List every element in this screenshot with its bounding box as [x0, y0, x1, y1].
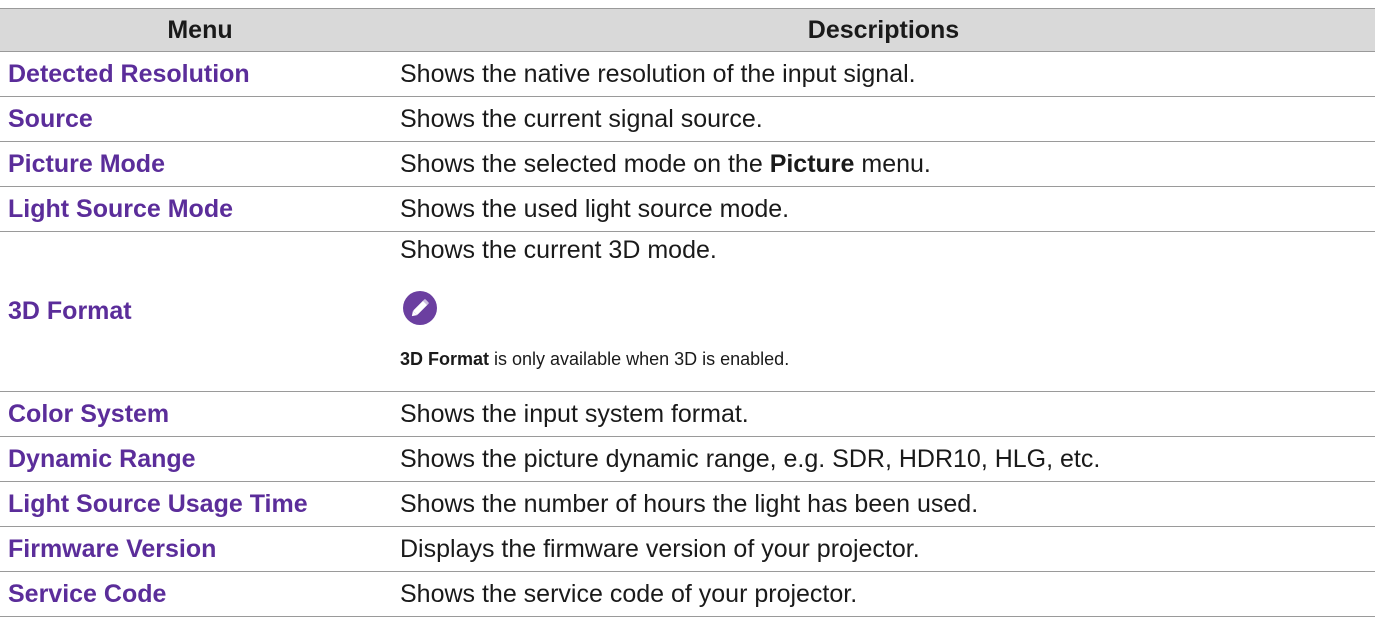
- desc-detected-resolution: Shows the native resolution of the input…: [400, 59, 916, 88]
- desc-light-source-usage-time: Shows the number of hours the light has …: [400, 489, 979, 518]
- desc-picture-mode-after: menu.: [854, 149, 931, 178]
- menu-dynamic-range: Dynamic Range: [8, 444, 196, 473]
- header-menu: Menu: [167, 15, 233, 44]
- menu-3d-format: 3D Format: [0, 232, 392, 391]
- desc-picture-mode-bold: Picture: [769, 149, 855, 178]
- header-descriptions: Descriptions: [807, 15, 960, 44]
- menu-3d-format-label: 3D Format: [8, 297, 132, 325]
- desc-picture-mode: Shows the selected mode on the Picture m…: [392, 150, 1375, 179]
- desc-3d-format: Shows the current 3D mode. 3D Format is …: [392, 232, 1375, 391]
- menu-source: Source: [8, 104, 93, 133]
- desc-light-source-mode: Shows the used light source mode.: [400, 194, 790, 223]
- table-row: Color System Shows the input system form…: [0, 392, 1375, 437]
- desc-service-code: Shows the service code of your projector…: [400, 579, 858, 608]
- menu-service-code: Service Code: [8, 579, 167, 608]
- menu-color-system: Color System: [8, 399, 170, 428]
- table-row: 3D Format Shows the current 3D mode. 3D …: [0, 232, 1375, 392]
- table-header: Menu Descriptions: [0, 9, 1375, 52]
- menu-picture-mode: Picture Mode: [8, 149, 165, 178]
- menu-firmware-version: Firmware Version: [8, 534, 217, 563]
- menu-detected-resolution: Detected Resolution: [8, 59, 250, 88]
- table-row: Detected Resolution Shows the native res…: [0, 52, 1375, 97]
- menu-light-source-mode: Light Source Mode: [8, 194, 233, 223]
- menu-table: Menu Descriptions Detected Resolution Sh…: [0, 8, 1375, 617]
- table-row: Source Shows the current signal source.: [0, 97, 1375, 142]
- desc-color-system: Shows the input system format.: [400, 399, 749, 428]
- note-3d-format: 3D Format is only available when 3D is e…: [400, 349, 789, 370]
- table-row: Service Code Shows the service code of y…: [0, 572, 1375, 617]
- desc-3d-format-text: Shows the current 3D mode.: [400, 236, 717, 264]
- table-row: Picture Mode Shows the selected mode on …: [0, 142, 1375, 187]
- desc-source: Shows the current signal source.: [400, 104, 763, 133]
- note-3d-format-bold: 3D Format: [400, 349, 490, 369]
- table-row: Dynamic Range Shows the picture dynamic …: [0, 437, 1375, 482]
- desc-firmware-version: Displays the firmware version of your pr…: [400, 534, 920, 563]
- menu-light-source-usage-time: Light Source Usage Time: [8, 489, 308, 518]
- note-3d-format-rest: is only available when 3D is enabled.: [489, 349, 790, 369]
- table-row: Light Source Mode Shows the used light s…: [0, 187, 1375, 232]
- table-row: Light Source Usage Time Shows the number…: [0, 482, 1375, 527]
- desc-picture-mode-before: Shows the selected mode on the: [400, 149, 770, 178]
- pencil-note-icon: [403, 291, 437, 325]
- desc-dynamic-range: Shows the picture dynamic range, e.g. SD…: [400, 444, 1101, 473]
- table-row: Firmware Version Displays the firmware v…: [0, 527, 1375, 572]
